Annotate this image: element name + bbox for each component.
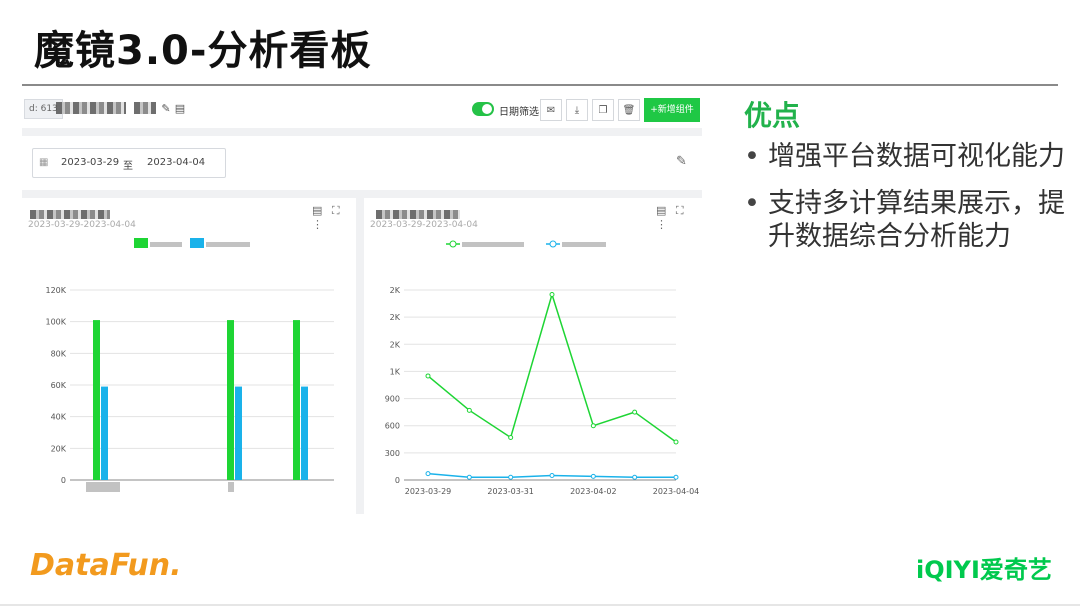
legend-item-series-1: [446, 240, 524, 248]
data-point: [673, 439, 679, 445]
bar: [227, 320, 234, 480]
calendar-icon: ▦: [39, 157, 49, 168]
y-tick-label: 2K: [390, 313, 401, 322]
mail-icon[interactable]: ✉: [540, 99, 562, 121]
dashboard-toolbar: d: 613 ✎ ▤ 日期筛选 ✉ ⤓ ❐ 🗑 +新增组件: [22, 94, 702, 128]
line-chart-panel: 2023-03-29-2023-04-04 ▤ ⛶ ⋮ 2K 2K 2K 1K 900 6…: [364, 198, 702, 514]
trash-icon[interactable]: 🗑: [618, 99, 640, 121]
y-tick-label: 2K: [390, 340, 401, 349]
y-tick-label: 1K: [390, 367, 401, 376]
footer-divider: [0, 604, 1080, 606]
legend-swatch-series-2: [190, 238, 204, 248]
legend-item-series-2: [546, 240, 606, 248]
document-icon[interactable]: ▤: [172, 101, 188, 117]
data-point: [425, 373, 431, 379]
blurred-dashboard-name: [56, 102, 126, 114]
y-tick-label: 20K: [51, 444, 67, 453]
y-tick-label: 300: [385, 449, 400, 458]
date-filter-toggle[interactable]: [472, 102, 494, 116]
data-point: [590, 473, 596, 479]
bar: [101, 386, 108, 480]
y-tick-label: 80K: [51, 349, 67, 358]
date-filter-toggle-label: 日期筛选: [499, 107, 539, 118]
iqiyi-logo: iQIYI爱奇艺: [916, 556, 1052, 584]
y-tick-label: 0: [395, 476, 400, 485]
bar: [293, 320, 300, 480]
date-separator: 至: [123, 161, 133, 172]
x-tick-label: 2023-04-04: [653, 487, 700, 496]
data-point: [673, 474, 679, 480]
pros-heading: 优点: [744, 99, 801, 132]
blurred-dashboard-name-2: [134, 102, 156, 114]
x-tick-label: 2023-03-29: [405, 487, 452, 496]
x-tick-label: 2023-04-02: [570, 487, 617, 496]
bar: [93, 320, 100, 480]
date-end: 2023-04-04: [147, 157, 206, 168]
dashboard-screenshot: d: 613 ✎ ▤ 日期筛选 ✉ ⤓ ❐ 🗑 +新增组件 ▦ 2023-03-…: [22, 94, 702, 514]
pros-list: 增强平台数据可视化能力 支持多计算结果展示，提升数据综合分析能力: [744, 140, 1074, 267]
legend-label-blurred-2: [206, 242, 250, 247]
date-start: 2023-03-29: [61, 157, 120, 168]
pros-item: 支持多计算结果展示，提升数据综合分析能力: [744, 187, 1074, 253]
legend-swatch-series-1: [134, 238, 148, 248]
y-tick-label: 900: [385, 395, 400, 404]
y-tick-label: 600: [385, 422, 400, 431]
y-tick-label: 60K: [51, 381, 67, 390]
title-divider: [22, 84, 1058, 86]
edit-icon[interactable]: ✎: [676, 154, 687, 169]
bar: [235, 386, 242, 480]
add-widget-button[interactable]: +新增组件: [644, 98, 700, 122]
y-tick-label: 120K: [45, 286, 66, 295]
date-range-picker[interactable]: ▦ 2023-03-29 至 2023-04-04: [32, 148, 226, 178]
y-tick-label: 0: [61, 476, 66, 485]
data-point: [549, 472, 555, 478]
bar-chart-panel: 2023-03-29-2023-04-04 ▤ ⛶ ⋮ 120K 100K 80K 6…: [22, 198, 356, 514]
line-chart: 2K 2K 2K 1K 900 600 300 0 2023-03-29 2023-03-31 20…: [385, 240, 700, 496]
x-tick-label: 2023-03-31: [487, 487, 534, 496]
y-tick-label: 40K: [51, 413, 67, 422]
data-point: [632, 409, 638, 415]
data-point: [590, 423, 596, 429]
data-point: [508, 434, 514, 440]
slide-title: 魔镜3.0-分析看板: [34, 28, 372, 74]
data-point: [466, 474, 472, 480]
data-point: [466, 407, 472, 413]
bar-chart: 120K 100K 80K 60K 40K 20K 0: [45, 238, 334, 492]
data-point: [425, 471, 431, 477]
bar: [301, 386, 308, 480]
legend-label-blurred-1: [150, 242, 182, 247]
y-tick-label: 2K: [390, 286, 401, 295]
date-filter-bar: ▦ 2023-03-29 至 2023-04-04 ✎: [22, 136, 702, 190]
datafun-logo: DataFun.: [30, 548, 182, 583]
data-point: [549, 292, 555, 298]
data-point: [508, 474, 514, 480]
y-tick-label: 100K: [45, 318, 66, 327]
copy-icon[interactable]: ❐: [592, 99, 614, 121]
data-point: [632, 474, 638, 480]
download-icon[interactable]: ⤓: [566, 99, 588, 121]
x-label-blurred-1: [86, 482, 120, 492]
x-label-blurred-2: [228, 482, 234, 492]
pros-item: 增强平台数据可视化能力: [744, 140, 1074, 173]
